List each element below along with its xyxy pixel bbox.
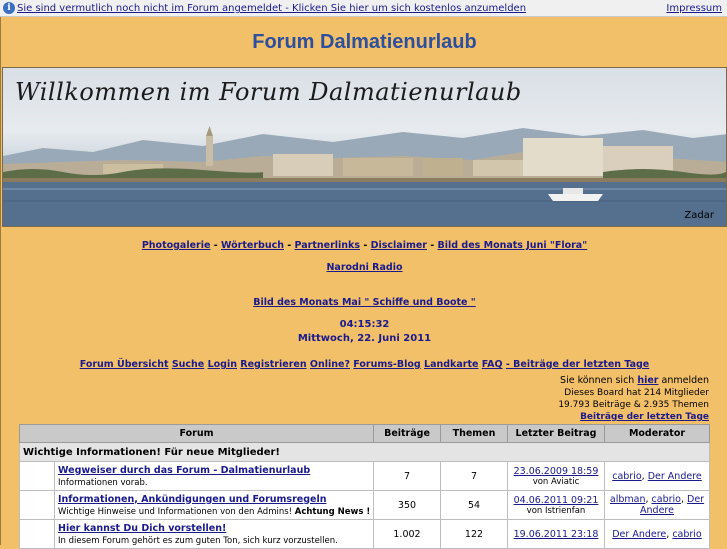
partnerlinks-link[interactable]: Partnerlinks	[295, 240, 360, 251]
moderator-link[interactable]: cabrio	[672, 529, 701, 540]
header-banner: Willkommen im Forum Dalmatienurlaub Zada…	[2, 67, 727, 227]
forum-link[interactable]: Hier kannst Du Dich vorstellen!	[58, 523, 372, 534]
bild-mai-line: Bild des Monats Mai " Schiffe und Boote …	[1, 297, 727, 308]
login-suffix: anmelden	[658, 375, 709, 386]
login-info: Sie können sich hier anmelden	[560, 375, 709, 386]
nav-forums-blog[interactable]: Forums-Blog	[353, 359, 420, 370]
forum-link[interactable]: Wegweiser durch das Forum - Dalmatienurl…	[58, 465, 372, 476]
top-links: Photogalerie - Wörterbuch - Partnerlinks…	[141, 240, 588, 251]
moderator-link[interactable]: cabrio	[612, 471, 641, 482]
table-row: Wegweiser durch das Forum - Dalmatienurl…	[19, 461, 710, 491]
beitraege-count: 7	[373, 461, 441, 491]
col-letzter-beitrag: Letzter Beitrag	[507, 424, 605, 443]
last-post-link[interactable]: 23.06.2009 18:59	[514, 466, 599, 477]
narodni-radio-link[interactable]: Narodni Radio	[326, 262, 402, 273]
forum-description: Informationen vorab.	[58, 477, 148, 488]
themen-count: 122	[440, 519, 508, 549]
nav-landkarte[interactable]: Landkarte	[424, 359, 478, 370]
forum-link[interactable]: Informationen, Ankündigungen und Forumsr…	[58, 494, 372, 505]
forum-status-icon	[19, 461, 55, 491]
news-highlight: Achtung News !	[294, 506, 371, 517]
nav-online[interactable]: Online?	[310, 359, 350, 370]
category-row: Wichtige Informationen! Für neue Mitglie…	[19, 442, 710, 462]
moderator-link[interactable]: cabrio	[652, 494, 681, 505]
latest-posts-link[interactable]: Beiträge der letzten Tage	[580, 412, 709, 422]
forum-status-icon	[19, 519, 55, 549]
info-icon: i	[3, 2, 15, 14]
nav-beitraege-letzte-tage[interactable]: - Beiträge der letzten Tage	[506, 359, 649, 370]
login-prefix: Sie können sich	[560, 375, 638, 386]
photogalerie-link[interactable]: Photogalerie	[142, 240, 211, 251]
col-forum: Forum	[19, 424, 374, 443]
forum-description: In diesem Forum gehört es zum guten Ton,…	[58, 535, 338, 546]
current-date: Mittwoch, 22. Juni 2011	[297, 333, 432, 344]
themen-count: 54	[440, 490, 508, 520]
moderator-link[interactable]: Der Andere	[612, 529, 666, 540]
bild-juni-link[interactable]: Bild des Monats Juni "Flora"	[438, 240, 588, 251]
beitraege-count: 350	[373, 490, 441, 520]
forum-description: Wichtige Hinweise und Informationen von …	[58, 506, 371, 517]
nav-registrieren[interactable]: Registrieren	[240, 359, 306, 370]
clock: 04:15:32	[339, 319, 390, 330]
bild-mai-link[interactable]: Bild des Monats Mai " Schiffe und Boote …	[253, 297, 476, 308]
col-beitraege: Beiträge	[373, 424, 441, 443]
login-notice-bar: i Sie sind vermutlich noch nicht im Foru…	[0, 0, 727, 17]
nav-forum-uebersicht[interactable]: Forum Übersicht	[80, 359, 169, 370]
themen-count: 7	[440, 461, 508, 491]
woerterbuch-link[interactable]: Wörterbuch	[221, 240, 284, 251]
board-stats: Dieses Board hat 214 Mitglieder	[564, 388, 709, 398]
disclaimer-link[interactable]: Disclaimer	[371, 240, 427, 251]
post-stats: 19.793 Beiträge & 2.935 Themen	[558, 400, 709, 410]
col-themen: Themen	[440, 424, 508, 443]
table-row: Informationen, Ankündigungen und Forumsr…	[19, 490, 710, 520]
impressum-link[interactable]: Impressum	[666, 3, 722, 14]
login-notice-link[interactable]: Sie sind vermutlich noch nicht im Forum …	[17, 3, 526, 14]
last-post-link[interactable]: 04.06.2011 09:21	[514, 495, 599, 506]
table-header-row: Forum Beiträge Themen Letzter Beitrag Mo…	[19, 424, 710, 443]
nav-faq[interactable]: FAQ	[482, 359, 503, 370]
main-nav: Forum Übersicht Suche Login Registrieren…	[1, 359, 727, 370]
last-post-author: von Istrienfan	[526, 505, 586, 516]
last-post-link[interactable]: 19.06.2011 23:18	[514, 529, 599, 540]
forum-status-icon	[19, 490, 55, 520]
nav-suche[interactable]: Suche	[172, 359, 204, 370]
col-moderator: Moderator	[604, 424, 710, 443]
forum-table: Forum Beiträge Themen Letzter Beitrag Mo…	[19, 424, 710, 549]
radio-line: Narodni Radio	[1, 262, 727, 273]
table-row: Hier kannst Du Dich vorstellen! In diese…	[19, 519, 710, 549]
category-title: Wichtige Informationen! Für neue Mitglie…	[19, 442, 710, 462]
nav-login[interactable]: Login	[208, 359, 237, 370]
last-post-author: von Aviatic	[532, 476, 580, 487]
banner-title: Willkommen im Forum Dalmatienurlaub	[15, 78, 522, 106]
login-here-link[interactable]: hier	[637, 375, 658, 386]
forum-title: Forum Dalmatienurlaub	[252, 31, 477, 53]
banner-caption: Zadar	[684, 210, 714, 221]
moderator-link[interactable]: Der Andere	[648, 471, 702, 482]
moderator-link[interactable]: albman	[610, 494, 646, 505]
page-frame: Forum Dalmatienurlaub Willkommen im Foru…	[0, 17, 727, 549]
beitraege-count: 1.002	[373, 519, 441, 549]
